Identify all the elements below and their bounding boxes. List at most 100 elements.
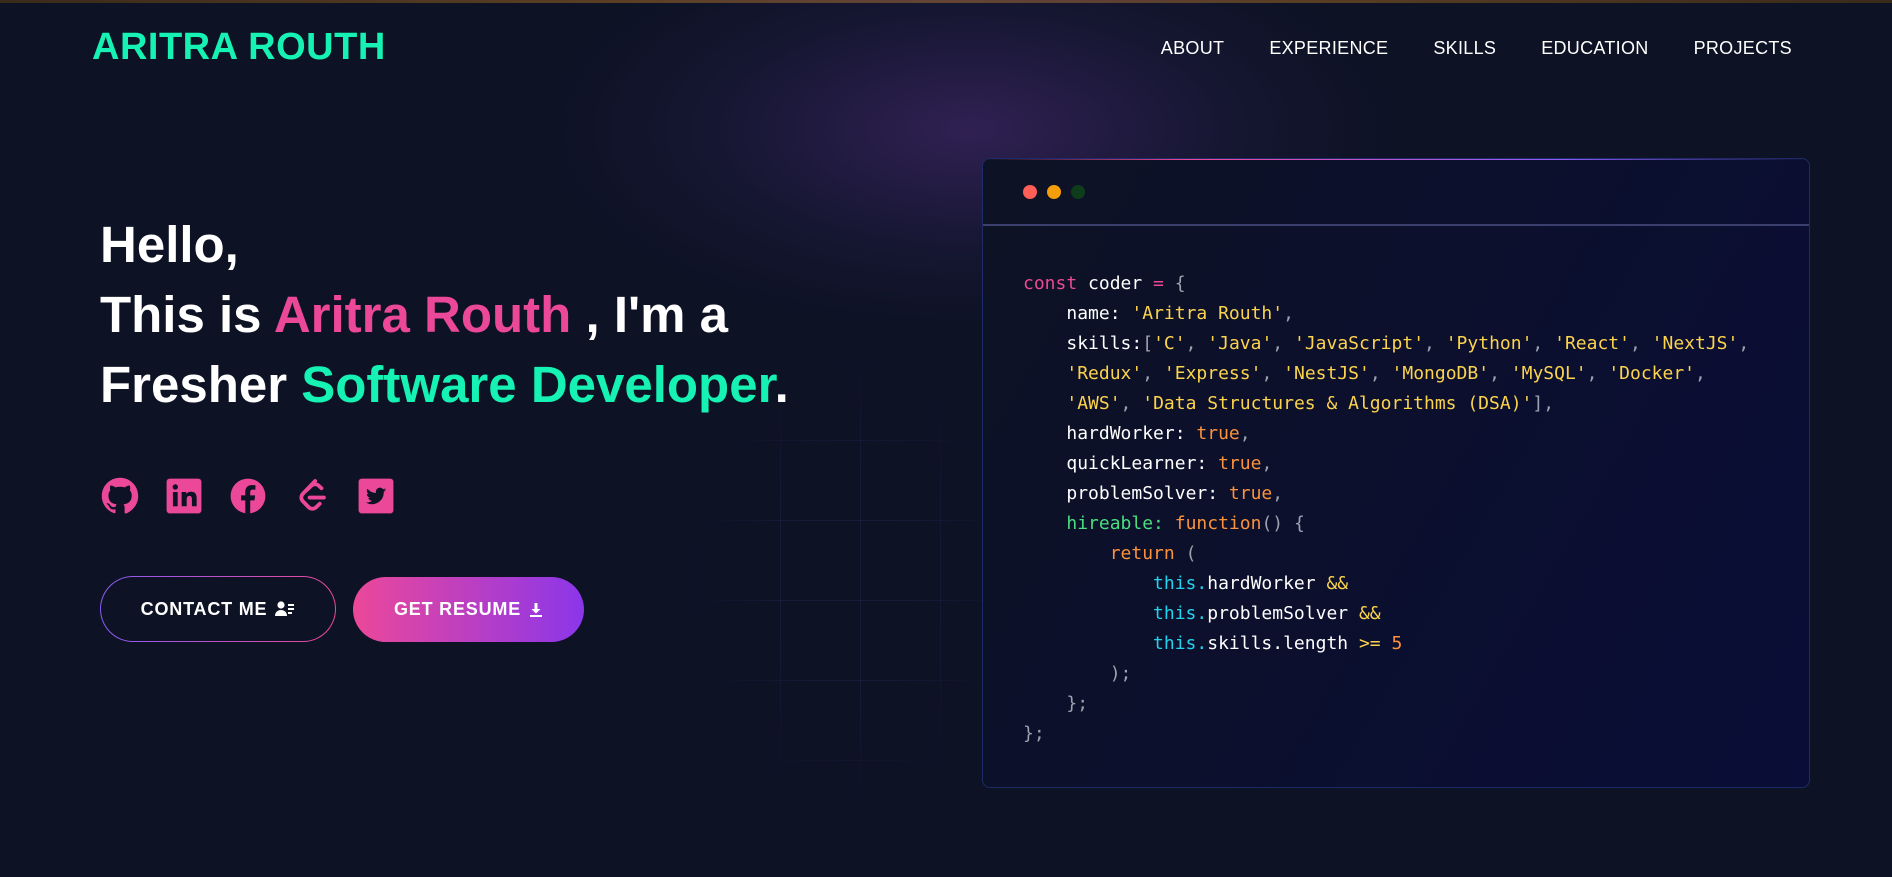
nav-item-skills[interactable]: SKILLS	[1433, 38, 1496, 59]
hero-role-prefix: Fresher	[100, 356, 302, 413]
code-comma: ,	[1261, 453, 1273, 474]
code-skill: 'JavaScript'	[1293, 333, 1425, 354]
code-line-12: this.problemSolver &&	[1023, 599, 1749, 629]
code-value-name: 'Aritra Routh'	[1131, 303, 1284, 324]
background-grid	[700, 360, 1000, 800]
code-comma: ,	[1239, 423, 1251, 444]
code-line-15: };	[1023, 689, 1749, 719]
code-open-brace: {	[1163, 273, 1186, 294]
code-line-7: quickLearner: true,	[1023, 449, 1749, 479]
code-close-paren: );	[1109, 663, 1132, 684]
code-bool: true	[1218, 453, 1262, 474]
nav-item-about[interactable]: ABOUT	[1161, 38, 1225, 59]
get-resume-label: GET RESUME	[393, 599, 521, 619]
hero-intro-text: This is	[100, 286, 274, 343]
code-skill: 'NextJS'	[1651, 333, 1739, 354]
code-window-titlebar	[983, 159, 1809, 226]
hero-period: .	[774, 356, 789, 413]
code-skill: 'MongoDB'	[1391, 363, 1490, 384]
code-line-5: 'AWS', 'Data Structures & Algorithms (DS…	[1066, 393, 1555, 414]
code-const-keyword: const	[1023, 273, 1078, 294]
code-bool: true	[1196, 423, 1240, 444]
get-resume-button[interactable]: GET RESUME	[353, 577, 584, 642]
code-number: 5	[1380, 633, 1403, 654]
code-line-10: return (	[1023, 539, 1749, 569]
code-assign-op: =	[1153, 273, 1164, 294]
code-key-quicklearner: quickLearner:	[1066, 453, 1208, 474]
social-links	[100, 476, 396, 516]
code-block: const coder = { name: 'Aritra Routh', sk…	[1023, 269, 1749, 749]
window-close-dot	[1023, 184, 1037, 199]
code-key-name: name:	[1066, 303, 1121, 324]
code-key-hardworker: hardWorker:	[1066, 423, 1186, 444]
code-key-problemsolver: problemSolver:	[1066, 483, 1219, 504]
code-var-name: coder	[1077, 273, 1154, 294]
code-skill: 'Docker'	[1608, 363, 1696, 384]
code-prop: skills.length	[1207, 633, 1349, 654]
contact-card-icon	[275, 600, 295, 618]
contact-me-button[interactable]: CONTACT ME	[100, 576, 336, 642]
code-line-16: };	[1023, 719, 1749, 749]
hero-heading: Hello, This is Aritra Routh , I'm a Fres…	[100, 210, 789, 420]
code-skill: 'Express'	[1163, 363, 1262, 384]
github-icon[interactable]	[100, 476, 140, 516]
code-prop: hardWorker	[1207, 573, 1316, 594]
code-skill: 'NestJS'	[1283, 363, 1370, 384]
nav-item-projects[interactable]: PROJECTS	[1694, 38, 1792, 59]
code-line-1: const coder = {	[1023, 269, 1749, 299]
code-key-hireable: hireable:	[1066, 513, 1164, 534]
code-skill: 'Java'	[1207, 333, 1273, 354]
code-line-8: problemSolver: true,	[1023, 479, 1749, 509]
code-and-op: &&	[1315, 573, 1349, 594]
code-line-11: this.hardWorker &&	[1023, 569, 1749, 599]
code-return-keyword: return	[1109, 543, 1175, 564]
code-gte-op: >=	[1348, 633, 1381, 654]
nav-item-experience[interactable]: EXPERIENCE	[1269, 38, 1388, 59]
hero-line-2: This is Aritra Routh , I'm a	[100, 280, 789, 350]
code-line-13: this.skills.length >= 5	[1023, 629, 1749, 659]
code-window: const coder = { name: 'Aritra Routh', sk…	[982, 158, 1810, 788]
code-line-3: skills:['C', 'Java', 'JavaScript', 'Pyth…	[1066, 333, 1750, 354]
facebook-icon[interactable]	[228, 476, 268, 516]
nav-item-education[interactable]: EDUCATION	[1541, 38, 1648, 59]
window-minimize-dot	[1047, 184, 1061, 199]
code-comma: ,	[1272, 483, 1284, 504]
code-this: this.	[1153, 573, 1208, 594]
leetcode-icon[interactable]	[292, 476, 332, 516]
hero-line-3: Fresher Software Developer.	[100, 350, 789, 420]
hero-intro-suffix: , I'm a	[571, 286, 728, 343]
code-bool: true	[1228, 483, 1273, 504]
code-skill: 'AWS'	[1066, 393, 1121, 414]
linkedin-icon[interactable]	[164, 476, 204, 516]
code-line-9: hireable: function() {	[1023, 509, 1749, 539]
code-fn-parens: () {	[1261, 513, 1305, 534]
twitter-icon[interactable]	[356, 476, 396, 516]
code-key-skills: skills:	[1066, 333, 1143, 354]
contact-me-label: CONTACT ME	[140, 598, 268, 619]
code-open-paren: (	[1174, 543, 1197, 564]
code-this: this.	[1153, 633, 1208, 654]
hero-greeting: Hello,	[100, 216, 239, 273]
code-and-op: &&	[1348, 603, 1381, 624]
code-prop: problemSolver	[1207, 603, 1349, 624]
contact-me-button-inner: CONTACT ME	[101, 577, 335, 641]
code-comma: ,	[1283, 303, 1294, 324]
code-skill: 'Data Structures & Algorithms (DSA)'	[1142, 393, 1533, 414]
code-line-6: hardWorker: true,	[1023, 419, 1749, 449]
code-this: this.	[1153, 603, 1208, 624]
code-line-4: 'Redux', 'Express', 'NestJS', 'MongoDB',…	[1066, 363, 1706, 384]
hero-line-1: Hello,	[100, 210, 789, 280]
main-nav: ABOUT EXPERIENCE SKILLS EDUCATION PROJEC…	[1161, 38, 1792, 59]
hero-role: Software Developer	[301, 356, 775, 413]
code-window-top-gradient	[983, 159, 1809, 160]
hero-name: Aritra Routh	[273, 286, 572, 343]
brand-logo[interactable]: ARITRA ROUTH	[92, 26, 386, 69]
code-skill: 'MySQL'	[1510, 363, 1587, 384]
code-skill: 'React'	[1554, 333, 1630, 354]
code-close-brace: };	[1023, 723, 1045, 744]
code-function-keyword: function	[1174, 513, 1262, 534]
code-skill: 'Python'	[1445, 333, 1533, 354]
code-close-brace: };	[1066, 693, 1089, 714]
code-line-2: name: 'Aritra Routh',	[1023, 299, 1749, 329]
code-skill: 'C'	[1153, 333, 1186, 354]
